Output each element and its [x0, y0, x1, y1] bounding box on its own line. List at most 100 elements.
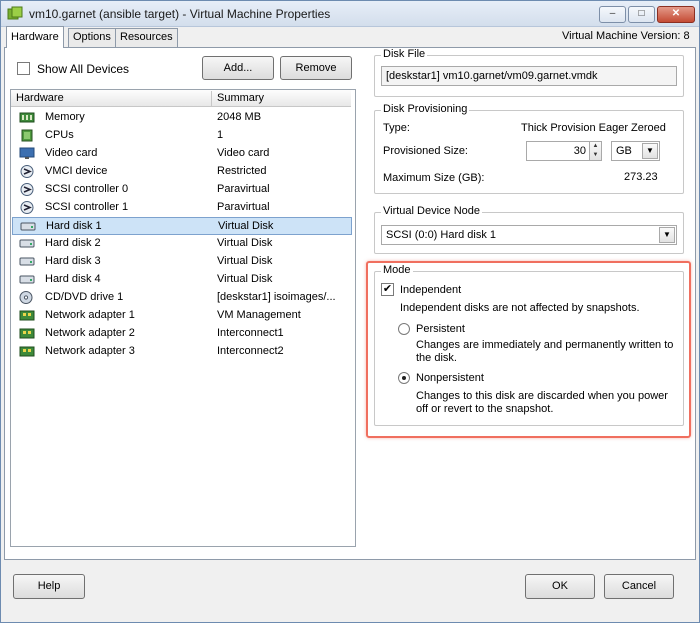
hardware-row[interactable]: VMCI device Restricted	[12, 163, 352, 181]
column-header-summary[interactable]: Summary	[217, 92, 264, 104]
spin-down-icon[interactable]: ▼	[590, 151, 601, 160]
vm-version-label: Virtual Machine Version: 8	[562, 30, 690, 42]
hardware-row[interactable]: Hard disk 3 Virtual Disk	[12, 253, 352, 271]
maximize-button[interactable]: □	[628, 6, 655, 23]
hardware-row[interactable]: Memory 2048 MB	[12, 109, 352, 127]
cancel-button[interactable]: Cancel	[604, 574, 674, 599]
ok-button[interactable]: OK	[525, 574, 595, 599]
virtual-device-node-select[interactable]: SCSI (0:0) Hard disk 1 ▼	[381, 225, 677, 245]
hardware-row[interactable]: Hard disk 4 Virtual Disk	[12, 271, 352, 289]
hardware-row[interactable]: Hard disk 1 Virtual Disk	[12, 217, 352, 235]
scsi-controller-icon	[20, 201, 34, 214]
close-button[interactable]: ✕	[657, 6, 695, 23]
hardware-name: Hard disk 4	[45, 273, 101, 285]
hard-disk-icon	[19, 239, 35, 248]
size-spinner[interactable]: ▲ ▼	[589, 141, 602, 161]
monitor-icon	[19, 147, 35, 159]
hardware-name: SCSI controller 1	[45, 201, 129, 213]
hardware-summary: Interconnect2	[217, 345, 284, 357]
hardware-list-header: Hardware Summary	[11, 90, 351, 107]
vmci-icon	[20, 165, 34, 178]
hardware-summary: Restricted	[217, 165, 267, 177]
hardware-summary: Video card	[217, 147, 270, 159]
hardware-row[interactable]: CD/DVD drive 1 [deskstar1] isoimages/...	[12, 289, 352, 307]
hardware-row[interactable]: SCSI controller 0 Paravirtual	[12, 181, 352, 199]
hardware-name: Network adapter 3	[45, 345, 135, 357]
hardware-summary: Interconnect1	[217, 327, 284, 339]
hardware-row[interactable]: Network adapter 3 Interconnect2	[12, 343, 352, 361]
independent-checkbox[interactable]: ✔	[381, 283, 394, 296]
memory-icon	[19, 112, 35, 123]
hardware-name: Memory	[45, 111, 85, 123]
title-bar[interactable]: vm10.garnet (ansible target) - Virtual M…	[1, 1, 699, 27]
independent-label: Independent	[400, 284, 462, 296]
hardware-name: VMCI device	[45, 165, 108, 177]
persistent-label: Persistent	[416, 323, 465, 335]
hardware-row[interactable]: Hard disk 2 Virtual Disk	[12, 235, 352, 253]
show-all-devices-label: Show All Devices	[37, 62, 130, 76]
scsi-controller-icon	[20, 183, 34, 196]
persistent-radio[interactable]	[398, 323, 410, 335]
minimize-button[interactable]: –	[599, 6, 626, 23]
hardware-name: Network adapter 1	[45, 309, 135, 321]
persistent-description-line-2: the disk.	[416, 352, 457, 364]
hardware-summary: Virtual Disk	[217, 255, 273, 267]
virtual-device-node-title: Virtual Device Node	[381, 205, 483, 217]
nonpersistent-radio[interactable]	[398, 372, 410, 384]
hardware-row[interactable]: SCSI controller 1 Paravirtual	[12, 199, 352, 217]
hard-disk-icon	[19, 275, 35, 284]
provisioned-size-label: Provisioned Size:	[383, 145, 468, 157]
hardware-name: SCSI controller 0	[45, 183, 129, 195]
hardware-summary: Paravirtual	[217, 183, 270, 195]
hardware-summary: VM Management	[217, 309, 301, 321]
provisioned-size-input[interactable]: 30	[526, 141, 590, 161]
hardware-list: Hardware Summary Memory 2048 MB CPUs 1 Video…	[10, 89, 356, 547]
hardware-name: CPUs	[45, 129, 74, 141]
mode-group: Mode ✔ Independent Independent disks are…	[374, 264, 684, 426]
hardware-name: Hard disk 1	[46, 220, 102, 232]
size-unit-value: GB	[616, 145, 632, 157]
column-header-hardware[interactable]: Hardware	[16, 92, 64, 104]
network-adapter-icon	[19, 328, 35, 339]
cd-drive-icon	[19, 291, 33, 304]
max-size-value: 273.23	[624, 171, 658, 183]
hardware-name: Hard disk 2	[45, 237, 101, 249]
hardware-row[interactable]: Video card Video card	[12, 145, 352, 163]
hardware-summary: [deskstar1] isoimages/...	[217, 291, 336, 303]
nonpersistent-label: Nonpersistent	[416, 372, 484, 384]
hardware-name: Hard disk 3	[45, 255, 101, 267]
disk-type-label: Type:	[383, 122, 410, 134]
hardware-summary: Virtual Disk	[217, 237, 273, 249]
hardware-summary: 1	[217, 129, 224, 141]
tab-options[interactable]: Options	[68, 28, 116, 47]
nonpersistent-description-line-2: off or revert to the snapshot.	[416, 403, 554, 415]
disk-type-value: Thick Provision Eager Zeroed	[521, 122, 666, 134]
remove-device-button[interactable]: Remove	[280, 56, 352, 80]
disk-provisioning-title: Disk Provisioning	[381, 103, 470, 115]
hardware-row[interactable]: CPUs 1	[12, 127, 352, 145]
persistent-description-line-1: Changes are immediately and permanently …	[416, 339, 674, 351]
cpu-icon	[21, 129, 33, 142]
hardware-name: Network adapter 2	[45, 327, 135, 339]
hardware-name: CD/DVD drive 1	[45, 291, 124, 303]
spin-up-icon[interactable]: ▲	[590, 142, 601, 151]
window-title: vm10.garnet (ansible target) - Virtual M…	[29, 7, 331, 21]
hardware-name: Video card	[45, 147, 98, 159]
tab-resources[interactable]: Resources	[115, 28, 178, 47]
tab-hardware[interactable]: Hardware	[6, 26, 64, 48]
hardware-row[interactable]: Network adapter 1 VM Management	[12, 307, 352, 325]
size-unit-select[interactable]: GB ▼	[611, 141, 660, 161]
hardware-row[interactable]: Network adapter 2 Interconnect1	[12, 325, 352, 343]
mode-title: Mode	[381, 264, 413, 276]
hard-disk-icon	[19, 257, 35, 266]
help-button[interactable]: Help	[13, 574, 85, 599]
chevron-down-icon[interactable]: ▼	[659, 227, 675, 243]
disk-file-title: Disk File	[381, 48, 428, 60]
chevron-down-icon[interactable]: ▼	[642, 143, 658, 159]
virtual-device-node-group: Virtual Device Node SCSI (0:0) Hard disk…	[374, 205, 684, 254]
add-device-button[interactable]: Add...	[202, 56, 274, 80]
properties-window: vm10.garnet (ansible target) - Virtual M…	[0, 0, 700, 623]
column-separator[interactable]	[211, 91, 212, 106]
show-all-devices-checkbox[interactable]	[17, 62, 30, 75]
hard-disk-icon	[20, 222, 36, 231]
